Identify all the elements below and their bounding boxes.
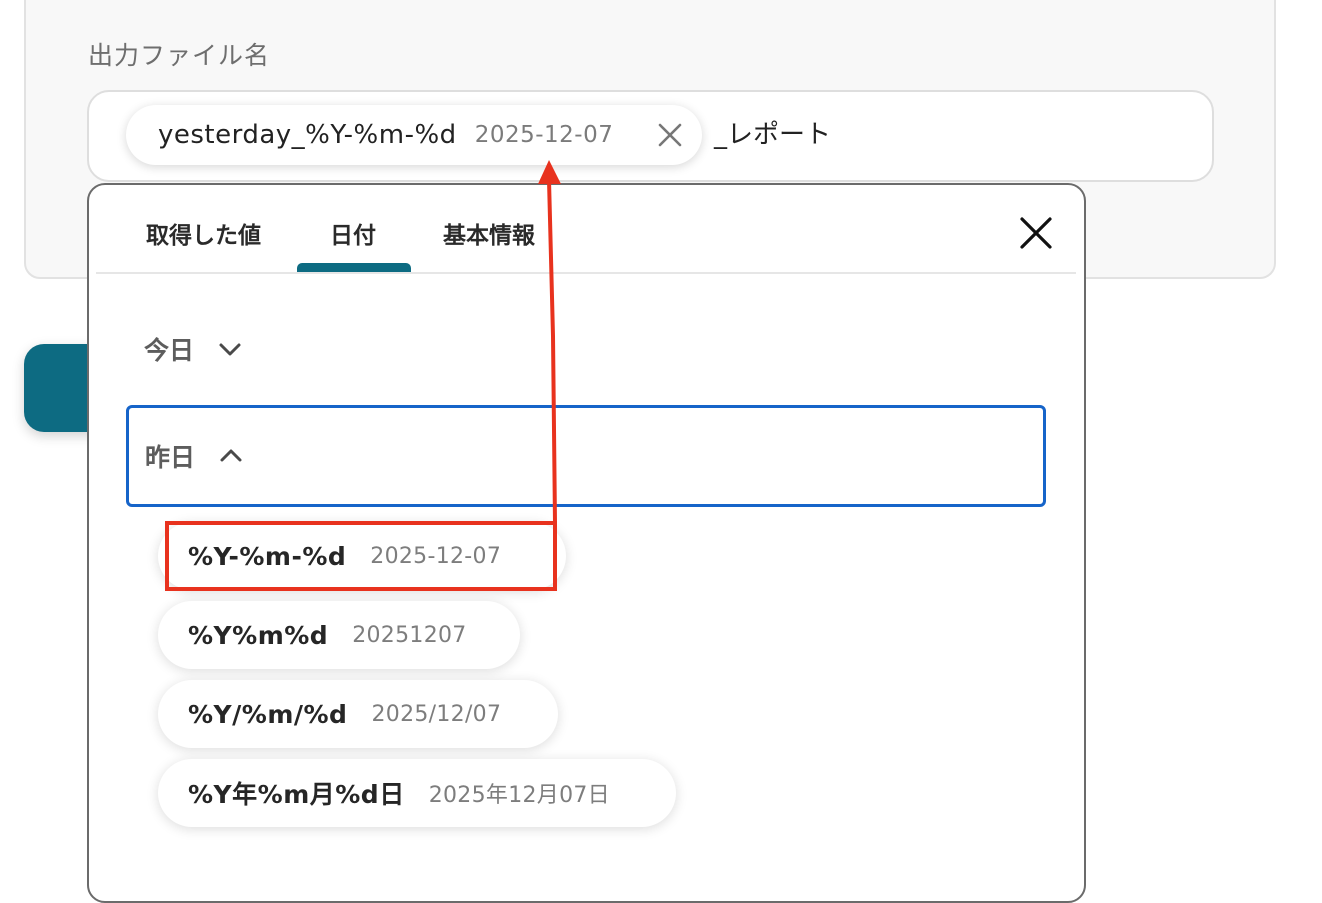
format-option[interactable]: %Y年%m月%d日 2025年12月07日 (158, 759, 676, 827)
section-today[interactable]: 今日 (126, 298, 1046, 400)
token-key: yesterday_%Y-%m-%d (158, 120, 457, 150)
picker-tab-bar: 取得した値 日付 基本情報 (96, 200, 1076, 274)
format-value: 20251207 (352, 622, 467, 648)
chevron-up-icon (220, 449, 242, 462)
close-icon[interactable] (656, 121, 684, 149)
token-chip[interactable]: yesterday_%Y-%m-%d 2025-12-07 (126, 105, 702, 165)
chevron-down-icon (219, 343, 241, 356)
tab-fetched-values[interactable]: 取得した値 (146, 216, 261, 250)
format-option[interactable]: %Y/%m/%d 2025/12/07 (158, 680, 558, 748)
output-filename-label: 出力ファイル名 (88, 41, 271, 70)
token-value: 2025-12-07 (474, 122, 614, 148)
format-value: 2025/12/07 (371, 701, 502, 727)
format-code: %Y%m%d (188, 620, 329, 650)
tab-basic-info[interactable]: 基本情報 (443, 216, 535, 250)
format-code: %Y年%m月%d日 (188, 780, 405, 809)
filename-suffix: _レポート (714, 120, 832, 150)
format-value: 2025年12月07日 (428, 783, 610, 808)
format-code: %Y/%m/%d (188, 699, 348, 729)
tab-date[interactable]: 日付 (330, 216, 376, 250)
section-yesterday[interactable]: 昨日 (126, 405, 1046, 507)
annotation-highlight-box (165, 521, 557, 591)
format-option[interactable]: %Y%m%d 20251207 (158, 601, 520, 669)
section-yesterday-label: 昨日 (145, 443, 196, 472)
active-tab-indicator (297, 263, 411, 272)
close-icon[interactable] (1018, 215, 1054, 251)
section-today-label: 今日 (144, 336, 195, 365)
